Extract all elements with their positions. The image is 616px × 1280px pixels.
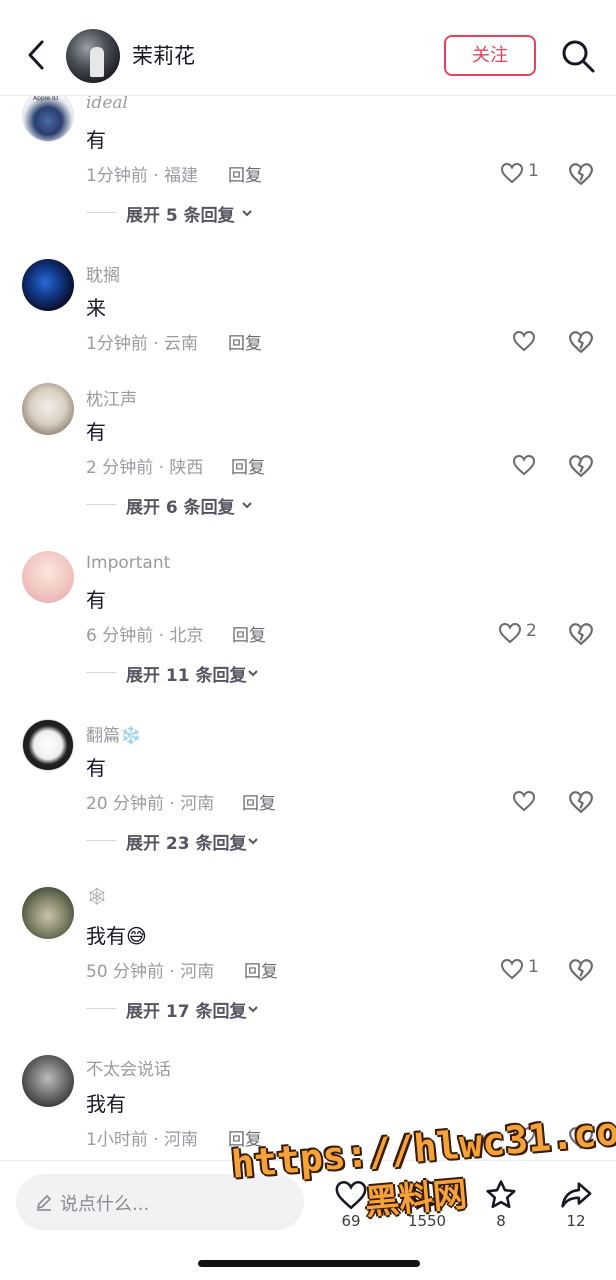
commenter-avatar[interactable] — [22, 1055, 74, 1107]
avatar-caption: Apple ID — [33, 95, 59, 102]
comment-meta: 1分钟前 · 云南 — [86, 334, 199, 354]
expand-replies-label: 展开 23 条回复 — [126, 834, 247, 854]
comment-meta: 50 分钟前 · 河南 — [86, 962, 215, 982]
search-button[interactable] — [560, 38, 596, 74]
comment-meta: 1分钟前 · 福建 — [86, 166, 199, 186]
comment-text: 有 — [86, 588, 106, 612]
dislike-button[interactable] — [568, 621, 594, 647]
comment-meta: 2 分钟前 · 陕西 — [86, 458, 204, 478]
divider — [86, 1008, 116, 1009]
like-button[interactable]: 2 — [498, 621, 542, 647]
commenter-name[interactable]: 不太会说话 — [86, 1055, 171, 1080]
dislike-button[interactable] — [568, 161, 594, 187]
like-button[interactable] — [512, 453, 538, 479]
chevron-down-icon — [242, 502, 252, 509]
heart-icon — [500, 162, 524, 184]
chevron-down-icon — [248, 838, 258, 845]
comment-text: 来 — [86, 296, 106, 320]
broken-heart-icon — [569, 455, 593, 478]
pencil-icon — [36, 1194, 52, 1211]
expand-replies-label: 展开 5 条回复 — [126, 206, 235, 226]
follow-button[interactable]: 关注 — [444, 35, 536, 76]
heart-icon — [512, 330, 536, 352]
comment-text: 我有 — [86, 1092, 126, 1116]
chevron-down-icon — [248, 1006, 258, 1013]
reply-button[interactable]: 回复 — [242, 789, 276, 814]
comment-text: 有 — [86, 756, 106, 780]
commenter-name[interactable]: 枕江声 — [86, 385, 137, 410]
comment-text: 有 — [86, 128, 106, 152]
expand-replies-label: 展开 17 条回复 — [126, 1002, 247, 1022]
author-avatar[interactable] — [66, 29, 120, 83]
commenter-name[interactable]: 耽搁 — [86, 261, 120, 286]
broken-heart-icon — [569, 163, 593, 186]
chevron-down-icon — [248, 670, 258, 677]
broken-heart-icon — [569, 959, 593, 982]
comment-meta: 1小时前 · 河南 — [86, 1130, 199, 1150]
reply-button[interactable]: 回复 — [231, 453, 265, 478]
search-icon — [562, 40, 595, 73]
commenter-name[interactable]: 翻篇❄️ — [86, 721, 141, 746]
favorite-total: 8 — [496, 1212, 506, 1230]
dislike-button[interactable] — [568, 789, 594, 815]
like-button[interactable]: 1 — [500, 161, 540, 187]
reply-button[interactable]: 回复 — [244, 957, 278, 982]
comment-meta: 20 分钟前 · 河南 — [86, 794, 215, 814]
like-count: 1 — [528, 161, 539, 181]
dislike-button[interactable] — [568, 453, 594, 479]
commenter-name[interactable]: 🕸 — [86, 887, 108, 907]
commenter-name[interactable]: Important — [86, 553, 170, 573]
commenter-avatar[interactable] — [22, 887, 74, 939]
commenter-avatar[interactable] — [22, 719, 74, 771]
like-button[interactable] — [512, 329, 538, 355]
chevron-left-icon — [28, 40, 44, 70]
comment-input-placeholder: 说点什么... — [60, 1194, 150, 1215]
like-count: 1 — [528, 957, 539, 977]
comment-meta: 6 分钟前 · 北京 — [86, 626, 204, 646]
broken-heart-icon — [569, 791, 593, 814]
reply-button[interactable]: 回复 — [228, 329, 262, 354]
watermark-site-name: 黑料网 — [363, 1174, 469, 1224]
heart-icon — [498, 622, 522, 644]
divider — [86, 212, 116, 213]
like-count: 2 — [526, 621, 537, 641]
dislike-button[interactable] — [568, 957, 594, 983]
divider — [86, 504, 116, 505]
like-button[interactable] — [512, 789, 538, 815]
comment-text: 有 — [86, 420, 106, 444]
commenter-avatar[interactable] — [22, 551, 74, 603]
home-indicator[interactable] — [198, 1260, 420, 1267]
expand-replies-label: 展开 11 条回复 — [126, 666, 247, 686]
divider — [86, 672, 116, 673]
comment-text: 我有😅 — [86, 924, 147, 948]
divider — [86, 840, 116, 841]
broken-heart-icon — [569, 623, 593, 646]
like-button[interactable]: 1 — [500, 957, 540, 983]
share-total: 12 — [566, 1212, 586, 1230]
top-bar: 茉莉花 关注 — [0, 0, 616, 96]
broken-heart-icon — [569, 331, 593, 354]
reply-button[interactable]: 回复 — [232, 621, 266, 646]
expand-replies-label: 展开 6 条回复 — [126, 498, 235, 518]
commenter-avatar[interactable]: Apple ID — [22, 90, 74, 142]
commenter-avatar[interactable] — [22, 383, 74, 435]
chevron-down-icon — [242, 210, 252, 217]
heart-icon — [500, 958, 524, 980]
reply-button[interactable]: 回复 — [228, 161, 262, 186]
back-button[interactable] — [22, 38, 50, 72]
heart-icon — [512, 454, 536, 476]
dislike-button[interactable] — [568, 329, 594, 355]
heart-icon — [512, 790, 536, 812]
commenter-avatar[interactable] — [22, 259, 74, 311]
author-name[interactable]: 茉莉花 — [132, 40, 195, 70]
commenter-name[interactable]: ideal — [86, 93, 128, 113]
